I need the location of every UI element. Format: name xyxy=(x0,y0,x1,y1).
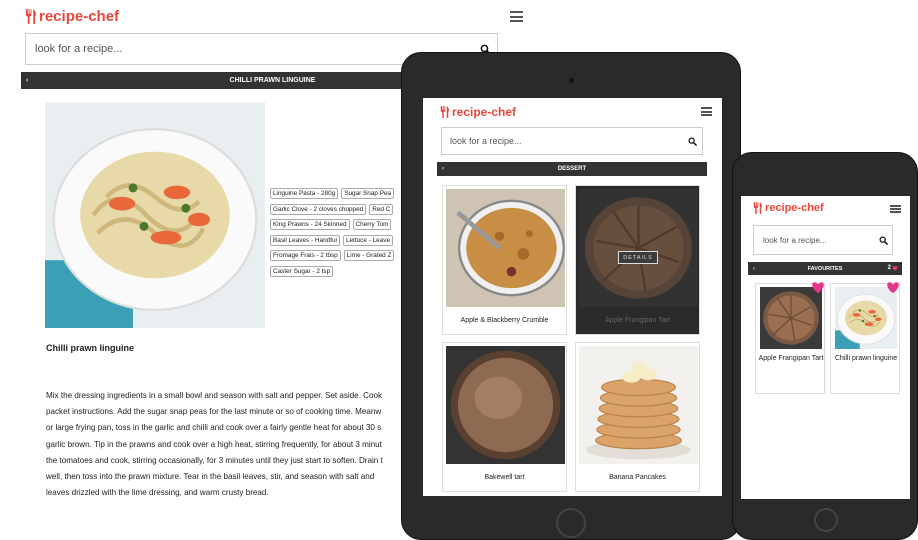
ingredient-chip: Linguine Pasta - 280g xyxy=(270,188,339,199)
favourite-card-label: Apple Frangipan Tart xyxy=(758,355,824,362)
favourites-list: Apple Frangipan Tart Chilli prawn lingui… xyxy=(755,283,900,394)
recipe-photo xyxy=(45,102,265,328)
recipe-thumbnail xyxy=(446,346,565,464)
category-bar: ‹ DESSERT xyxy=(437,162,707,176)
method-line: or large frying pan, toss in the garlic … xyxy=(46,423,382,433)
home-button[interactable] xyxy=(556,508,586,538)
app-logo[interactable]: recipe-chef xyxy=(440,105,516,119)
fork-knife-icon xyxy=(25,9,36,24)
app-name: recipe-chef xyxy=(765,202,824,214)
recipe-thumbnail xyxy=(760,287,822,349)
recipe-thumbnail xyxy=(446,189,565,307)
search-bar xyxy=(441,127,703,155)
favourites-bar: ‹ FAVOURITES 2 xyxy=(748,262,902,275)
ingredient-list: Linguine Pasta - 280g Sugar Snap Pea Gar… xyxy=(270,188,406,278)
phone-device: recipe-chef ‹ FAVOURITES 2 Apple Frangip… xyxy=(732,152,918,540)
back-chevron-icon[interactable]: ‹ xyxy=(26,77,28,84)
back-chevron-icon[interactable]: ‹ xyxy=(442,166,444,172)
fork-knife-icon xyxy=(753,202,762,214)
fork-knife-icon xyxy=(440,106,449,118)
menu-icon[interactable] xyxy=(890,205,901,213)
tablet-device: recipe-chef ‹ DESSERT Apple & Blackberry… xyxy=(401,52,741,540)
app-name: recipe-chef xyxy=(452,105,517,119)
recipe-card-label: Bakewell tart xyxy=(484,474,525,481)
method-line: well, then toss into the prawn mixture. … xyxy=(46,472,375,482)
recipe-card-label: Apple & Blackberry Crumble xyxy=(460,317,549,324)
recipe-grid: Apple & Blackberry Crumble DETAILS Apple… xyxy=(442,185,704,492)
method-line: the tomatoes and cook, stirring occasion… xyxy=(46,455,383,465)
back-chevron-icon[interactable]: ‹ xyxy=(753,266,755,272)
method-line: garlic brown. Tip in the prawns and cook… xyxy=(46,439,382,449)
recipe-card[interactable]: Bakewell tart xyxy=(442,342,567,492)
recipe-card-label: Banana Pancakes xyxy=(609,474,666,481)
recipe-name: Chilli prawn linguine xyxy=(46,343,135,353)
app-logo[interactable]: recipe-chef xyxy=(753,202,824,214)
recipe-thumbnail xyxy=(579,346,698,464)
favourite-card[interactable]: Chilli prawn linguine xyxy=(830,283,900,394)
details-button[interactable]: DETAILS xyxy=(618,251,658,264)
ingredient-chip: Red C xyxy=(369,203,394,215)
ingredient-chip: Caster Sugar - 2 tsp xyxy=(270,265,334,277)
heart-icon[interactable] xyxy=(811,282,825,294)
search-input[interactable] xyxy=(754,226,874,254)
ingredient-chip: Lime - Grated Z xyxy=(343,250,395,261)
ingredient-chip: Fromage Frais - 2 tbsp xyxy=(270,250,341,261)
home-button[interactable] xyxy=(814,508,838,532)
menu-icon[interactable] xyxy=(701,107,712,116)
favourites-count: 2 xyxy=(887,265,891,271)
recipe-thumbnail xyxy=(835,287,897,349)
category-title: DESSERT xyxy=(557,166,587,172)
app-logo[interactable]: recipe-chef xyxy=(25,8,119,25)
favourites-count-badge: 2 xyxy=(888,265,898,271)
app-name: recipe-chef xyxy=(39,8,120,25)
ingredient-chip: Cherry Tom xyxy=(352,219,392,230)
method-line: packet instructions. Add the sugar snap … xyxy=(46,407,382,417)
ingredient-chip: Basil Leaves - Handful xyxy=(270,234,340,246)
heart-icon[interactable] xyxy=(886,282,900,294)
phone-screen: recipe-chef ‹ FAVOURITES 2 Apple Frangip… xyxy=(741,196,910,499)
recipe-card-label: Apple Frangipan Tart xyxy=(605,317,670,324)
search-icon[interactable] xyxy=(682,128,702,154)
ingredient-chip: King Prawns - 24 Skinned xyxy=(270,219,350,230)
ingredient-chip: Sugar Snap Pea xyxy=(341,188,395,199)
camera-dot xyxy=(569,78,574,83)
desktop-header: recipe-chef xyxy=(25,6,523,28)
search-bar xyxy=(753,225,893,255)
favourite-card[interactable]: Apple Frangipan Tart xyxy=(755,283,825,394)
ingredient-chip: Garlic Clove - 2 cloves chopped xyxy=(270,203,367,215)
search-input[interactable] xyxy=(442,128,682,154)
recipe-thumbnail xyxy=(579,189,698,307)
recipe-card[interactable]: DETAILS Apple Frangipan Tart xyxy=(575,185,700,335)
heart-icon xyxy=(892,266,898,271)
tablet-screen: recipe-chef ‹ DESSERT Apple & Blackberry… xyxy=(423,98,722,496)
method-line: leaves drizzled with the lime dressing, … xyxy=(46,488,269,498)
ingredient-chip: Lettuce - Leave xyxy=(342,234,394,246)
favourites-title: FAVOURITES xyxy=(807,265,843,272)
menu-icon[interactable] xyxy=(510,11,523,22)
recipe-card[interactable]: Banana Pancakes xyxy=(575,342,700,492)
method-text: Mix the dressing ingredients in a small … xyxy=(46,388,406,508)
recipe-card[interactable]: Apple & Blackberry Crumble xyxy=(442,185,567,335)
favourite-card-label: Chilli prawn linguine xyxy=(834,355,898,362)
method-line: Mix the dressing ingredients in a small … xyxy=(46,391,383,400)
search-icon[interactable] xyxy=(874,226,892,254)
